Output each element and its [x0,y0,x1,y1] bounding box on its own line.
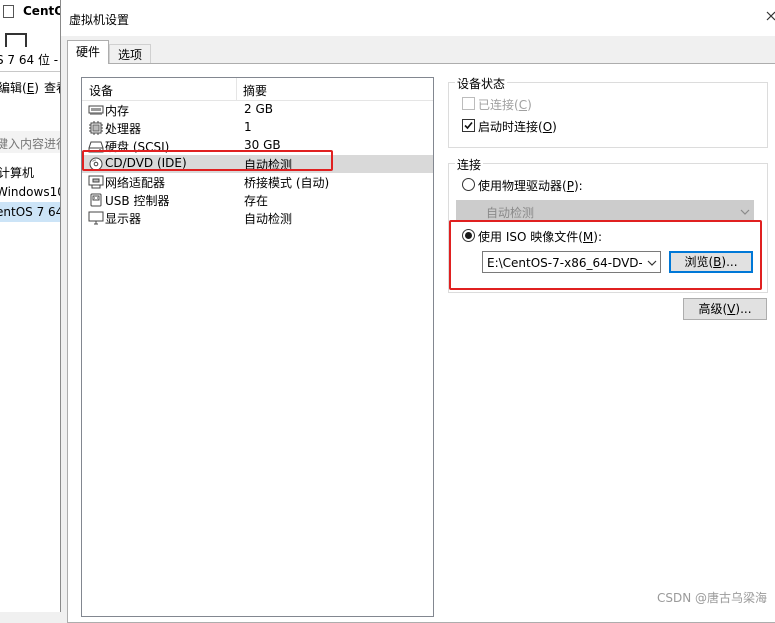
highlight-box-cd-dvd-row [82,150,333,171]
vm-settings-dialog: 虚拟机设置 硬件 选项 设备 摘要 内存 2 GB 处理器 1 硬盘 (SCSI… [60,0,775,623]
bg-menu-edit-label: 编辑(E) [0,81,39,95]
close-icon[interactable] [765,8,775,26]
device-summary: 自动检测 [244,212,293,226]
bg-app-subtitle: S 7 64 位 - [0,53,59,67]
connection-legend: 连接 [455,156,484,173]
dialog-title: 虚拟机设置 [69,13,130,27]
connect-at-power-on-label[interactable]: 启动时连接(O) [478,118,557,135]
device-summary: 1 [244,120,252,134]
device-status-group: 设备状态 [448,75,768,148]
advanced-button[interactable]: 高级(V)... [683,298,767,320]
connected-checkbox[interactable] [462,97,475,110]
device-summary: 存在 [244,194,269,208]
device-summary: 2 GB [244,102,273,116]
device-summary: 桥接模式 (自动) [244,176,330,190]
physical-drive-select: 自动检测 [456,200,754,221]
device-name: 网络适配器 [105,176,166,190]
device-name: 内存 [105,104,130,118]
column-header-device[interactable]: 设备 [89,82,113,99]
processor-icon [88,121,104,135]
device-name: 显示器 [105,212,142,226]
column-header-summary[interactable]: 摘要 [243,82,267,99]
device-name: USB 控制器 [105,194,170,208]
tab-hardware[interactable]: 硬件 [67,40,109,64]
bg-library-item-label: entOS 7 64 [0,205,64,219]
physical-drive-label[interactable]: 使用物理驱动器(P): [478,177,583,194]
column-divider[interactable] [236,78,237,100]
display-icon [88,211,104,225]
bg-menu-edit[interactable]: 编辑(E) [0,79,39,96]
bg-toolbar-icons[interactable] [5,33,27,47]
bg-divider [0,71,60,72]
device-name: 处理器 [105,122,142,136]
highlight-box-iso-section [449,220,762,290]
bg-search-box[interactable]: 键入内容进行 [0,131,68,153]
physical-drive-radio[interactable] [462,178,475,191]
watermark: CSDN @唐古乌梁海 [656,591,767,605]
device-row-processor[interactable]: 处理器 1 [82,119,433,137]
device-status-legend: 设备状态 [455,75,508,92]
bg-tab-icon [3,5,14,18]
device-list-header: 设备 摘要 [82,78,433,101]
tab-options[interactable]: 选项 [109,44,151,64]
physical-drive-value: 自动检测 [486,206,535,220]
bg-library-item[interactable]: 计算机 [0,164,34,181]
device-row-usb-controller[interactable]: USB 控制器 存在 [82,191,433,209]
device-row-network-adapter[interactable]: 网络适配器 桥接模式 (自动) [82,173,433,191]
memory-icon [88,103,104,117]
bg-library-item-selected[interactable]: entOS 7 64 [0,202,64,222]
connected-label[interactable]: 已连接(C) [478,96,532,113]
dialog-titlebar[interactable]: 虚拟机设置 [61,0,775,36]
usb-icon [88,193,104,207]
bg-library-item[interactable]: Windows10: [0,185,69,199]
chevron-down-icon [740,206,750,216]
connect-at-power-on-checkbox[interactable] [462,119,475,132]
device-row-display[interactable]: 显示器 自动检测 [82,209,433,227]
bg-search-input[interactable]: 键入内容进行 [0,135,68,152]
device-row-memory[interactable]: 内存 2 GB [82,101,433,119]
network-adapter-icon [88,175,104,189]
